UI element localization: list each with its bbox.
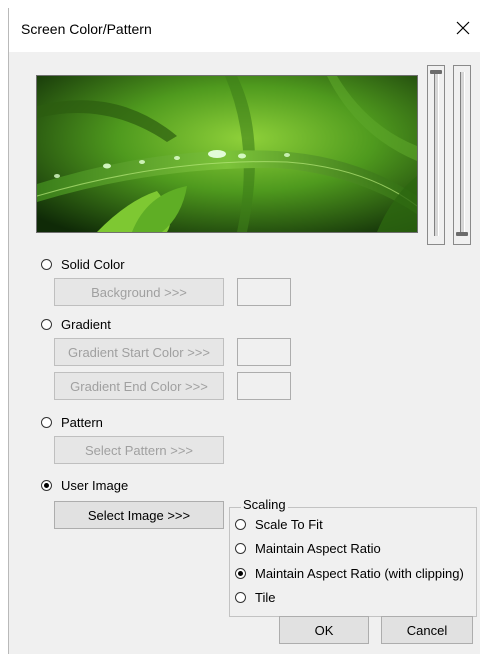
slider-thumb[interactable] [430,70,442,74]
maintain-aspect-ratio-radio[interactable] [235,543,246,554]
tile-label: Tile [255,590,276,605]
gradient-radio[interactable] [41,319,52,330]
maintain-aspect-ratio-clipping-option[interactable]: Maintain Aspect Ratio (with clipping) [235,566,464,581]
screen-color-pattern-dialog: Screen Color/Pattern Solid Color Backgro… [8,8,480,654]
maintain-aspect-ratio-option[interactable]: Maintain Aspect Ratio [235,541,381,556]
user-image-radio[interactable] [41,480,52,491]
gradient-end-color-button[interactable]: Gradient End Color >>> [54,372,224,400]
gradient-end-color-swatch [237,372,291,400]
pattern-radio[interactable] [41,417,52,428]
grass-image [37,76,417,232]
close-icon [456,21,470,35]
gradient-label: Gradient [61,317,111,332]
solid-color-option[interactable]: Solid Color [41,257,125,272]
scale-to-fit-option[interactable]: Scale To Fit [235,517,323,532]
solid-color-radio[interactable] [41,259,52,270]
ok-button[interactable]: OK [279,616,369,644]
user-image-label: User Image [61,478,129,493]
gradient-start-color-swatch [237,338,291,366]
maintain-aspect-ratio-clipping-radio[interactable] [235,568,246,579]
slider-thumb[interactable] [456,232,468,236]
vertical-slider-right[interactable] [453,65,471,245]
background-button[interactable]: Background >>> [54,278,224,306]
cancel-button[interactable]: Cancel [381,616,473,644]
maintain-aspect-ratio-clipping-label: Maintain Aspect Ratio (with clipping) [255,566,464,581]
pattern-option[interactable]: Pattern [41,415,103,430]
gradient-start-color-button[interactable]: Gradient Start Color >>> [54,338,224,366]
scaling-group-title: Scaling [241,497,288,512]
slider-track [460,72,465,236]
slider-track [434,72,439,236]
pattern-label: Pattern [61,415,103,430]
preview-image [36,75,418,233]
user-image-option[interactable]: User Image [41,478,128,493]
scale-to-fit-radio[interactable] [235,519,246,530]
select-pattern-button[interactable]: Select Pattern >>> [54,436,224,464]
vertical-slider-left[interactable] [427,65,445,245]
scale-to-fit-label: Scale To Fit [255,517,323,532]
tile-option[interactable]: Tile [235,590,275,605]
close-button[interactable] [451,16,475,40]
select-image-button[interactable]: Select Image >>> [54,501,224,529]
gradient-option[interactable]: Gradient [41,317,111,332]
dialog-title: Screen Color/Pattern [21,21,152,37]
background-color-swatch [237,278,291,306]
tile-radio[interactable] [235,592,246,603]
maintain-aspect-ratio-label: Maintain Aspect Ratio [255,541,381,556]
solid-color-label: Solid Color [61,257,125,272]
title-bar: Screen Color/Pattern [9,8,480,52]
